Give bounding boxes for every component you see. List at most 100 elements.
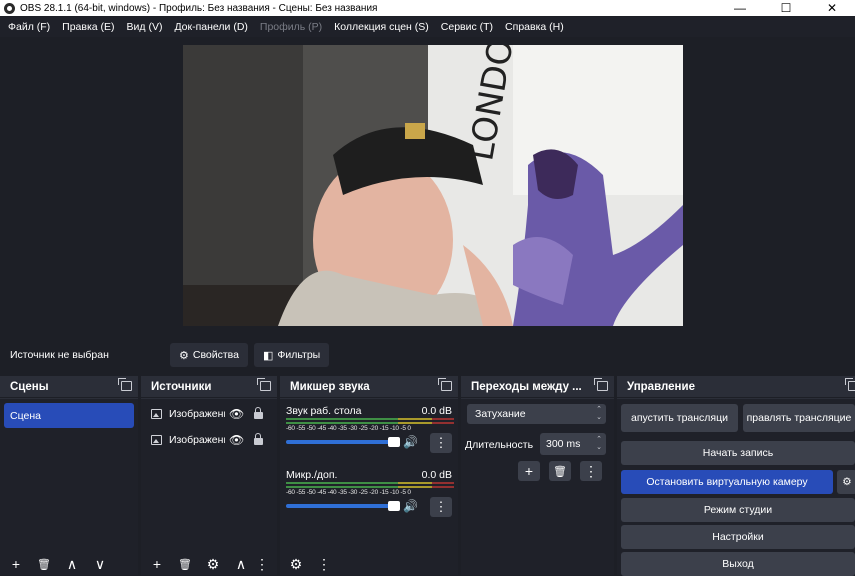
channel-db: 0.0 dB	[421, 405, 452, 417]
menu-tools[interactable]: Сервис (T)	[437, 21, 497, 33]
gear-icon: ⚙	[179, 349, 189, 362]
mixer-menu-button[interactable]: ⋮	[313, 554, 335, 574]
remove-source-button[interactable]: 🗑	[174, 554, 196, 574]
image-source-icon	[151, 434, 162, 445]
transition-menu-button[interactable]: ⋮	[580, 461, 602, 481]
source-toolbar: Источник не выбран ⚙ Свойства ◧ Фильтры	[0, 340, 855, 370]
preview-area: LONDON	[0, 38, 855, 338]
controls-dock: Управление апустить трансляци правлять т…	[617, 376, 855, 576]
move-source-up-button[interactable]: ∧	[230, 554, 252, 574]
add-scene-button[interactable]: +	[5, 554, 27, 574]
exit-button[interactable]: Выход	[621, 552, 855, 576]
volume-slider-handle[interactable]	[388, 501, 400, 511]
properties-button[interactable]: ⚙ Свойства	[170, 343, 248, 367]
source-name: Изображение	[169, 407, 225, 420]
transitions-body: Затухание ⌃ ⌄ Длительность 300 ms ⌃ ⌄ + 🗑 …	[461, 399, 614, 575]
duration-spinbox[interactable]: 300 ms ⌃ ⌄	[540, 433, 606, 455]
remove-transition-button[interactable]: 🗑	[549, 461, 571, 481]
virtual-camera-settings-button[interactable]: ⚙	[837, 470, 855, 494]
minimize-button[interactable]: —	[717, 0, 763, 16]
plus-icon: +	[11, 556, 21, 572]
source-item[interactable]: Изображение 👁	[141, 402, 277, 425]
studio-mode-button[interactable]: Режим студии	[621, 498, 855, 522]
manage-broadcast-button[interactable]: правлять трансляцие	[743, 404, 855, 432]
meter-scale: -60 -55 -50 -45 -40 -35 -30 -25 -20 -15 …	[286, 489, 411, 496]
dots-icon: ⋮	[255, 555, 269, 572]
volume-meter	[286, 482, 454, 488]
channel-name: Звук раб. стола	[286, 405, 362, 417]
scenes-header: Сцены	[0, 376, 138, 398]
close-button[interactable]: ✕	[809, 0, 855, 16]
source-properties-button[interactable]: ⚙	[202, 554, 224, 574]
more-source-button[interactable]: ⋮	[255, 554, 269, 574]
no-source-label: Источник не выбран	[10, 349, 109, 361]
sources-header: Источники	[141, 376, 277, 398]
scene-item[interactable]: Сцена	[4, 403, 134, 428]
undock-icon[interactable]	[438, 378, 452, 391]
mixer-dock: Микшер звука Звук раб. стола 0.0 dB -60 …	[280, 376, 458, 575]
visibility-eye-icon[interactable]: 👁	[229, 407, 244, 421]
obs-logo-icon	[4, 2, 15, 14]
channel-name: Микр./доп.	[286, 469, 338, 481]
scenes-footer: + 🗑 ∧ ∨	[0, 553, 138, 575]
lock-icon[interactable]	[254, 407, 264, 419]
meter-scale: -60 -55 -50 -45 -40 -35 -30 -25 -20 -15 …	[286, 425, 411, 432]
undock-icon[interactable]	[257, 378, 271, 391]
source-item[interactable]: Изображение 👁	[141, 428, 277, 451]
dots-icon: ⋮	[434, 499, 448, 514]
plus-icon: +	[524, 463, 534, 479]
volume-slider[interactable]	[286, 501, 400, 511]
undock-icon[interactable]	[845, 378, 855, 391]
menu-view[interactable]: Вид (V)	[123, 21, 167, 33]
mixer-body: Звук раб. стола 0.0 dB -60 -55 -50 -45 -…	[280, 399, 458, 575]
trash-icon: 🗑	[178, 558, 192, 571]
stop-virtual-camera-button[interactable]: Остановить виртуальную камеру	[621, 470, 833, 494]
menu-help[interactable]: Справка (H)	[501, 21, 568, 33]
settings-button[interactable]: Настройки	[621, 525, 855, 549]
maximize-button[interactable]: ☐	[763, 0, 809, 16]
menu-scene-collection[interactable]: Коллекция сцен (S)	[330, 21, 433, 33]
start-recording-button[interactable]: Начать запись	[621, 441, 855, 465]
channel-menu-button[interactable]: ⋮	[430, 433, 452, 453]
duration-label: Длительность	[465, 439, 534, 451]
window-title: OBS 28.1.1 (64-bit, windows) - Профиль: …	[20, 2, 378, 14]
gears-icon: ⚙	[289, 555, 303, 572]
trash-icon: 🗑	[37, 558, 51, 571]
menu-file[interactable]: Файл (F)	[4, 21, 54, 33]
remove-scene-button[interactable]: 🗑	[33, 554, 55, 574]
start-streaming-button[interactable]: апустить трансляци	[621, 404, 738, 432]
undock-icon[interactable]	[594, 378, 608, 391]
lock-icon[interactable]	[254, 433, 264, 445]
updown-chevron-icon[interactable]: ⌃ ⌄	[596, 436, 602, 452]
mixer-channel: Микр./доп. 0.0 dB -60 -55 -50 -45 -40 -3…	[286, 467, 458, 527]
mixer-footer: ⚙ ⋮	[280, 553, 458, 575]
duration-value: 300 ms	[546, 438, 581, 450]
volume-icon[interactable]: 🔊	[403, 499, 418, 513]
channel-menu-button[interactable]: ⋮	[430, 497, 452, 517]
menu-edit[interactable]: Правка (E)	[58, 21, 118, 33]
preview-canvas[interactable]: LONDON	[183, 45, 683, 326]
filters-button[interactable]: ◧ Фильтры	[253, 343, 330, 367]
menu-docks[interactable]: Док-панели (D)	[170, 21, 251, 33]
move-scene-up-button[interactable]: ∧	[61, 554, 83, 574]
filter-icon: ◧	[262, 349, 274, 362]
trash-icon: 🗑	[553, 465, 567, 478]
add-source-button[interactable]: +	[146, 554, 168, 574]
sources-list: Изображение 👁 Изображение 👁 + 🗑 ⚙ ∧ ⋮	[141, 399, 277, 575]
mixer-header: Микшер звука	[280, 376, 458, 398]
mixer-settings-button[interactable]: ⚙	[285, 554, 307, 574]
volume-slider[interactable]	[286, 437, 400, 447]
dots-icon: ⋮	[584, 462, 598, 479]
visibility-eye-icon[interactable]: 👁	[229, 433, 244, 447]
transition-select[interactable]: Затухание ⌃ ⌄	[467, 404, 606, 424]
undock-icon[interactable]	[118, 378, 132, 391]
properties-label: Свойства	[192, 349, 239, 361]
gear-icon: ⚙	[206, 555, 220, 572]
volume-icon[interactable]: 🔊	[403, 435, 418, 449]
add-transition-button[interactable]: +	[518, 461, 540, 481]
sources-dock: Источники Изображение 👁 Изображение 👁 + …	[141, 376, 277, 575]
move-scene-down-button[interactable]: ∨	[89, 554, 111, 574]
transitions-title: Переходы между ...	[471, 380, 582, 393]
volume-slider-handle[interactable]	[388, 437, 400, 447]
chevron-up-icon: ∧	[235, 555, 247, 572]
